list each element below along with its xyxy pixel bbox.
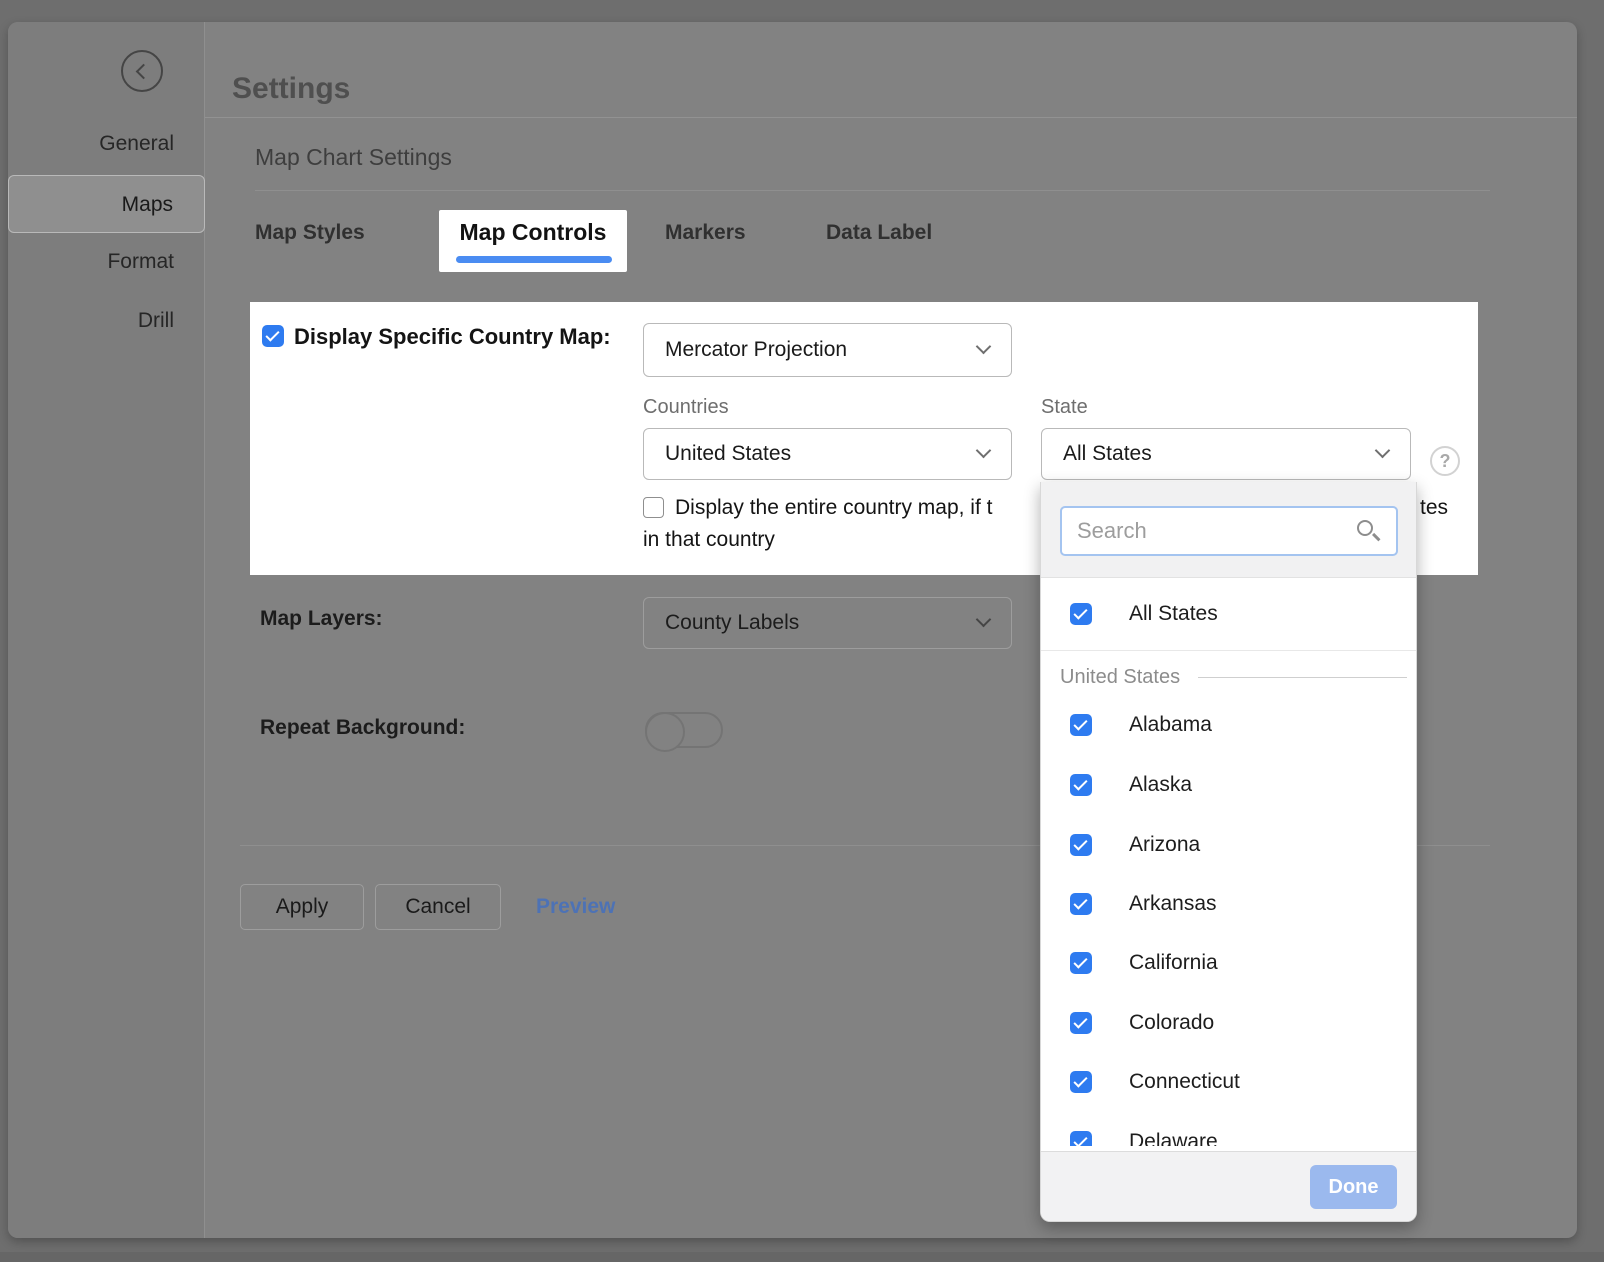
group-label: United States: [1060, 666, 1180, 689]
list-item-all-states[interactable]: All States: [1041, 594, 1416, 634]
group-header-united-states: United States: [1060, 662, 1407, 692]
search-input[interactable]: [1060, 506, 1398, 556]
state-checkbox[interactable]: [1070, 714, 1092, 736]
page-title: Settings: [232, 72, 350, 106]
page-bottom-edge: [0, 1252, 1604, 1262]
tab-map-controls[interactable]: Map Controls: [439, 210, 627, 272]
tab-map-styles[interactable]: Map Styles: [255, 218, 365, 248]
state-checkbox[interactable]: [1070, 1131, 1092, 1146]
state-list: All States United States Alabama Alaska …: [1041, 578, 1416, 1146]
list-item-state[interactable]: Colorado: [1041, 1003, 1416, 1043]
state-item-label: California: [1129, 951, 1218, 975]
preview-link[interactable]: Preview: [536, 884, 615, 930]
chevron-down-icon: [976, 443, 992, 459]
chevron-down-icon: [976, 339, 992, 355]
state-label: State: [1041, 396, 1088, 419]
state-checkbox[interactable]: [1070, 774, 1092, 796]
state-checkbox[interactable]: [1070, 834, 1092, 856]
state-checkbox[interactable]: [1070, 893, 1092, 915]
group-divider-line: [1198, 677, 1407, 678]
list-item-state[interactable]: Delaware: [1041, 1122, 1416, 1146]
state-checkbox[interactable]: [1070, 952, 1092, 974]
countries-label: Countries: [643, 396, 729, 419]
list-item-state[interactable]: Arizona: [1041, 825, 1416, 865]
state-item-label: Alabama: [1129, 713, 1212, 737]
state-select-value: All States: [1063, 442, 1152, 466]
sidebar-item-drill[interactable]: Drill: [8, 292, 205, 350]
sidebar-item-format[interactable]: Format: [8, 233, 205, 291]
active-tab-underline: [456, 256, 612, 263]
countries-select-value: United States: [665, 442, 791, 466]
list-item-state[interactable]: Alaska: [1041, 765, 1416, 805]
state-checkbox[interactable]: [1070, 1071, 1092, 1093]
state-dropdown-panel: All States United States Alabama Alaska …: [1040, 482, 1417, 1222]
apply-button[interactable]: Apply: [240, 884, 364, 930]
state-item-label: Alaska: [1129, 773, 1192, 797]
state-select[interactable]: All States: [1041, 428, 1411, 480]
entire-country-label-line1: Display the entire country map, if t: [675, 496, 992, 520]
display-specific-country-checkbox[interactable]: [262, 325, 284, 347]
list-item-state[interactable]: California: [1041, 943, 1416, 983]
map-layers-label: Map Layers:: [260, 607, 383, 631]
back-button[interactable]: [121, 50, 163, 92]
search-icon: [1357, 520, 1373, 536]
state-item-label: Colorado: [1129, 1011, 1214, 1035]
sidebar-item-general[interactable]: General: [8, 115, 205, 173]
state-item-label: Arizona: [1129, 833, 1200, 857]
done-button[interactable]: Done: [1310, 1165, 1397, 1209]
tab-map-controls-label: Map Controls: [439, 219, 627, 246]
state-item-label: Connecticut: [1129, 1070, 1240, 1094]
all-states-label: All States: [1129, 602, 1218, 626]
state-item-label: Delaware: [1129, 1130, 1218, 1146]
all-states-checkbox[interactable]: [1070, 603, 1092, 625]
list-item-state[interactable]: Connecticut: [1041, 1062, 1416, 1102]
chevron-left-icon: [136, 64, 152, 80]
state-item-label: Arkansas: [1129, 892, 1217, 916]
projection-select[interactable]: Mercator Projection: [643, 323, 1012, 377]
tab-data-label[interactable]: Data Label: [826, 218, 932, 248]
repeat-background-toggle[interactable]: [645, 712, 723, 748]
sidebar: General Maps Format Drill: [8, 22, 205, 1238]
entire-country-checkbox[interactable]: [643, 497, 664, 518]
chevron-down-icon: [976, 612, 992, 628]
entire-country-label-line2: in that country: [643, 528, 775, 552]
map-layers-select-value: County Labels: [665, 611, 799, 635]
map-layers-select[interactable]: County Labels: [643, 597, 1012, 649]
display-specific-country-label: Display Specific Country Map:: [294, 324, 611, 350]
projection-select-value: Mercator Projection: [665, 338, 847, 362]
entire-country-label-line1-end: tes: [1420, 496, 1448, 520]
state-checkbox[interactable]: [1070, 1012, 1092, 1034]
countries-select[interactable]: United States: [643, 428, 1012, 480]
header-divider: [205, 117, 1577, 118]
cancel-button[interactable]: Cancel: [375, 884, 501, 930]
list-divider: [1041, 650, 1416, 651]
sidebar-item-maps[interactable]: Maps: [8, 175, 205, 233]
list-item-state[interactable]: Alabama: [1041, 705, 1416, 745]
chevron-down-icon: [1375, 443, 1391, 459]
tab-markers[interactable]: Markers: [665, 218, 746, 248]
dropdown-search-section: [1041, 482, 1416, 578]
list-item-state[interactable]: Arkansas: [1041, 884, 1416, 924]
dropdown-footer: Done: [1041, 1151, 1416, 1221]
help-icon[interactable]: ?: [1430, 446, 1460, 476]
section-title: Map Chart Settings: [255, 144, 452, 171]
repeat-background-label: Repeat Background:: [260, 716, 465, 740]
section-divider: [255, 190, 1490, 191]
